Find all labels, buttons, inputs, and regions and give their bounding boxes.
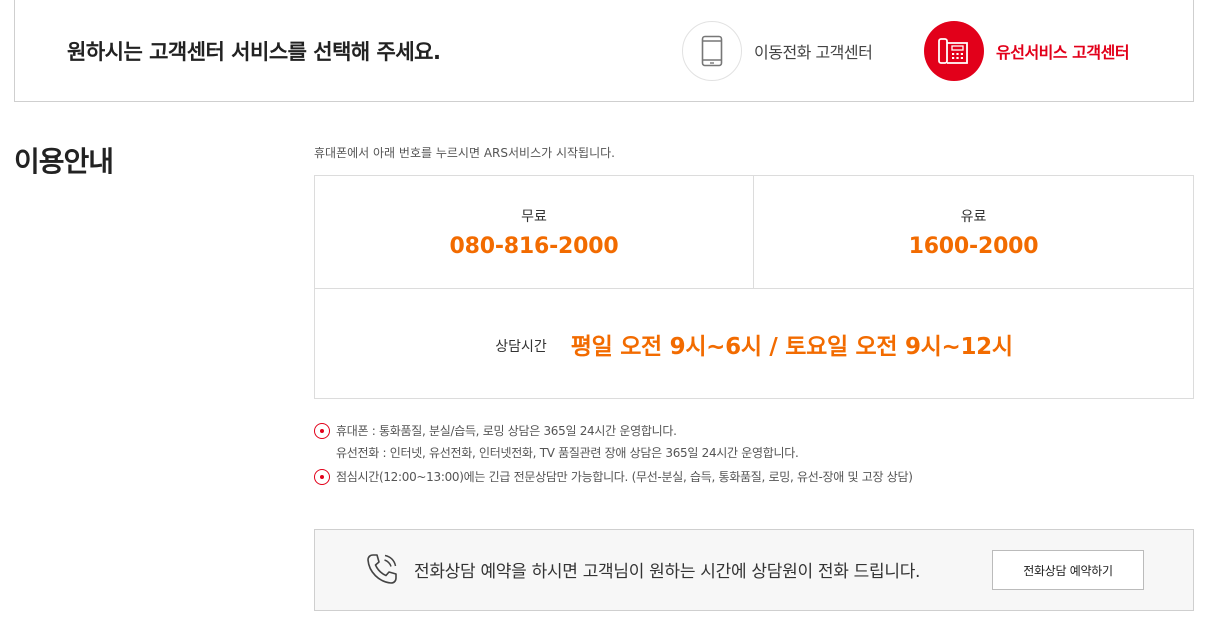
- notice-item: 점심시간(12:00~13:00)에는 긴급 전문상담만 가능합니다. (무선-…: [314, 466, 913, 488]
- reservation-text: 전화상담 예약을 하시면 고객님이 원하는 시간에 상담원이 전화 드립니다.: [414, 562, 921, 582]
- mobile-center-option[interactable]: 이동전화 고객센터: [682, 20, 873, 82]
- free-number-cell: 무료 080-816-2000: [315, 176, 754, 288]
- bullet-dot-icon: [314, 469, 330, 485]
- guide-title: 이용안내: [14, 145, 114, 178]
- consult-hours-value: 평일 오전 9시~6시 / 토요일 오전 9시~12시: [570, 333, 1013, 360]
- wired-center-label: 유선서비스 고객센터: [996, 43, 1130, 62]
- landline-phone-icon: [924, 21, 984, 81]
- notice-item: 휴대폰 : 통화품질, 분실/습득, 로밍 상담은 365일 24시간 운영합니…: [314, 420, 913, 464]
- mobile-center-label: 이동전화 고객센터: [754, 43, 873, 62]
- consult-hours-label: 상담시간: [495, 338, 547, 355]
- notice-text: 점심시간(12:00~13:00)에는 긴급 전문상담만 가능합니다. (무선-…: [336, 470, 913, 484]
- paid-label: 유료: [960, 209, 987, 225]
- paid-number-cell: 유료 1600-2000: [754, 176, 1193, 288]
- notice-text: 유선전화 : 인터넷, 유선전화, 인터넷전화, TV 품질관련 장애 상담은 …: [336, 446, 799, 460]
- mobile-phone-icon: [682, 21, 742, 81]
- wired-center-option[interactable]: 유선서비스 고객센터: [924, 20, 1130, 82]
- consult-hours-row: 상담시간 평일 오전 9시~6시 / 토요일 오전 9시~12시: [315, 288, 1193, 398]
- free-number: 080-816-2000: [449, 234, 619, 259]
- call-reservation-box: 전화상담 예약을 하시면 고객님이 원하는 시간에 상담원이 전화 드립니다. …: [314, 529, 1194, 611]
- service-center-selector: 원하시는 고객센터 서비스를 선택해 주세요. 이동전화 고객센터 유선서비스 …: [14, 0, 1194, 102]
- paid-number: 1600-2000: [908, 234, 1039, 259]
- call-reservation-button[interactable]: 전화상담 예약하기: [992, 550, 1144, 590]
- ars-number-table: 무료 080-816-2000 유료 1600-2000 상담시간 평일 오전 …: [314, 175, 1194, 399]
- notice-list: 휴대폰 : 통화품질, 분실/습득, 로밍 상담은 365일 24시간 운영합니…: [314, 420, 913, 488]
- notice-text: 휴대폰 : 통화품질, 분실/습득, 로밍 상담은 365일 24시간 운영합니…: [336, 424, 677, 438]
- guide-intro: 휴대폰에서 아래 번호를 누르시면 ARS서비스가 시작됩니다.: [314, 146, 615, 160]
- phone-call-icon: [367, 554, 397, 584]
- bullet-dot-icon: [314, 423, 330, 439]
- free-label: 무료: [521, 209, 547, 225]
- selector-title: 원하시는 고객센터 서비스를 선택해 주세요.: [67, 40, 441, 64]
